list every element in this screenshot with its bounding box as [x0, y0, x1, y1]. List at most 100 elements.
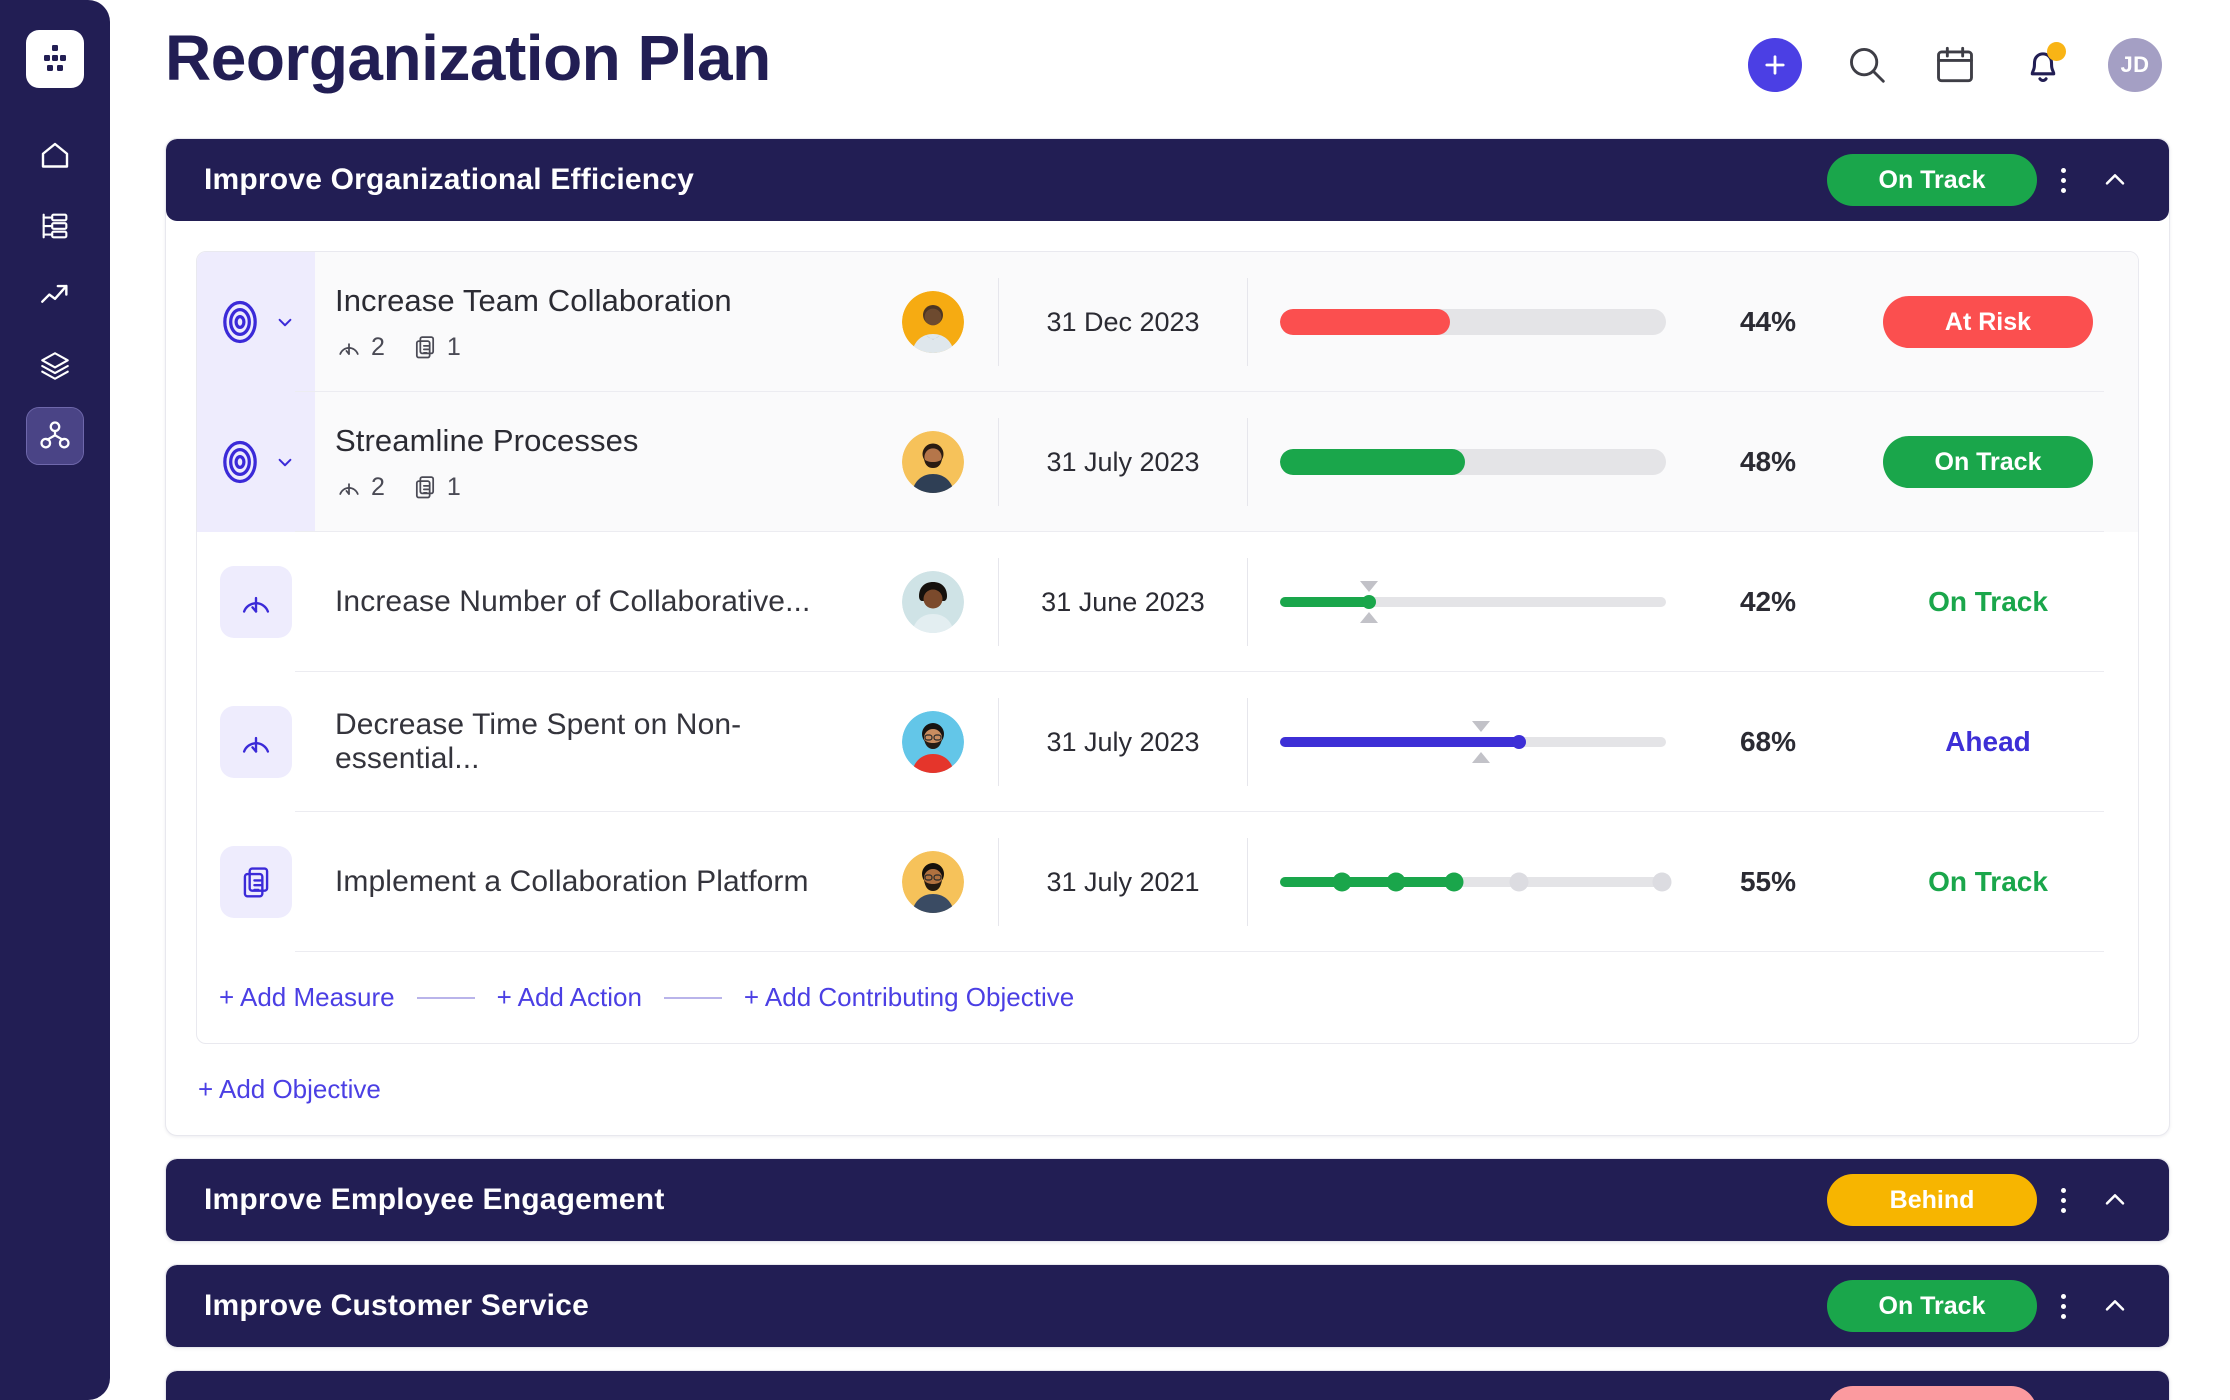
sidebar-item-layers[interactable]	[27, 338, 83, 394]
row-progress-cell[interactable]	[1248, 672, 1698, 812]
status-badge[interactable]: Behind	[1827, 1174, 2037, 1226]
row-type-icon-cell[interactable]	[197, 252, 315, 392]
home-icon	[41, 142, 69, 168]
action-doc-icon	[415, 336, 434, 359]
measure-gauge-icon	[242, 596, 270, 613]
actions-count: 1	[411, 333, 461, 362]
chevron-down-icon[interactable]	[272, 449, 298, 475]
calendar-icon	[1937, 46, 1973, 83]
row-progress-cell[interactable]	[1248, 812, 1698, 952]
milestone-dot[interactable]	[1509, 872, 1529, 892]
app-logo[interactable]	[26, 30, 84, 88]
notification-dot	[2047, 42, 2066, 61]
status-badge[interactable]: At Risk	[1827, 1386, 2037, 1400]
objective-header[interactable]: At Risk	[166, 1371, 2169, 1400]
add-measure-link[interactable]: + Add Measure	[219, 982, 395, 1013]
table-row[interactable]: Increase Number of Collaborative... 31 J…	[197, 532, 2138, 672]
progress-slider[interactable]	[1280, 581, 1666, 623]
add-contributing-objective-link[interactable]: + Add Contributing Objective	[744, 982, 1074, 1013]
row-owner-cell[interactable]	[868, 252, 998, 392]
sidebar-item-plans[interactable]	[27, 198, 83, 254]
objective-card: Improve Customer Service On Track	[165, 1264, 2170, 1348]
table-row[interactable]: Decrease Time Spent on Non-essential...	[197, 672, 2138, 812]
row-progress-value: 44%	[1739, 306, 1797, 337]
chevron-down-icon[interactable]	[272, 309, 298, 335]
row-progress-cell[interactable]	[1248, 532, 1698, 672]
collapse-toggle[interactable]	[2089, 164, 2141, 196]
add-action-link[interactable]: + Add Action	[497, 982, 642, 1013]
row-status-cell: On Track	[1838, 812, 2138, 952]
user-avatar[interactable]: JD	[2108, 38, 2162, 92]
row-owner-cell[interactable]	[868, 812, 998, 952]
objective-card: Improve Organizational Efficiency On Tra…	[165, 138, 2170, 1136]
add-links-row: + Add Measure + Add Action + Add Contrib…	[197, 952, 2138, 1043]
measure-gauge-icon	[339, 483, 359, 495]
objective-menu-button[interactable]	[2037, 167, 2089, 193]
objective-menu-button[interactable]	[2037, 1293, 2089, 1319]
milestone-dot[interactable]	[1386, 872, 1406, 892]
row-status-badge[interactable]: At Risk	[1883, 296, 2093, 348]
objective-card: At Risk	[165, 1370, 2170, 1400]
measures-count: 2	[335, 473, 385, 502]
row-owner-cell[interactable]	[868, 532, 998, 672]
page-title: Reorganization Plan	[165, 22, 771, 94]
table-row[interactable]: Implement a Collaboration Platform 31 Ju…	[197, 812, 2138, 952]
row-title-cell: Decrease Time Spent on Non-essential...	[315, 672, 868, 812]
row-status-cell: Ahead	[1838, 672, 2138, 812]
row-title: Streamline Processes	[335, 422, 639, 458]
row-progress-cell[interactable]	[1248, 252, 1698, 392]
row-type-icon-cell	[197, 812, 315, 952]
search-button[interactable]	[1844, 42, 1890, 88]
objective-header[interactable]: Improve Customer Service On Track	[166, 1265, 2169, 1347]
org-chart-logo-icon	[44, 45, 66, 71]
milestone-fill	[1280, 877, 1454, 887]
add-objective-row: + Add Objective	[166, 1044, 2169, 1135]
objective-menu-button[interactable]	[2037, 1187, 2089, 1213]
row-title: Increase Team Collaboration	[335, 282, 732, 318]
search-icon	[1850, 48, 1885, 83]
calendar-button[interactable]	[1932, 42, 1978, 88]
progress-slider[interactable]	[1280, 721, 1666, 763]
slider-knob[interactable]	[1512, 735, 1527, 749]
sidebar-item-analytics[interactable]	[27, 268, 83, 324]
collapse-toggle[interactable]	[2089, 1184, 2141, 1216]
table-row[interactable]: Streamline Processes 2 1 31 July 2023 48…	[197, 392, 2138, 532]
action-icon-tile	[220, 846, 292, 918]
slider-fill	[1280, 737, 1520, 747]
target-icon	[223, 300, 257, 344]
slider-knob[interactable]	[1361, 595, 1376, 609]
target-marker-top-icon	[1359, 581, 1378, 592]
row-title-cell: Streamline Processes 2 1	[315, 392, 868, 532]
status-badge[interactable]: On Track	[1827, 154, 2037, 206]
row-meta: 2 1	[335, 333, 868, 362]
status-badge[interactable]: On Track	[1827, 1280, 2037, 1332]
row-progress-cell[interactable]	[1248, 392, 1698, 532]
milestone-progress-bar[interactable]	[1280, 869, 1672, 895]
row-title-cell: Increase Team Collaboration 2 1	[315, 252, 868, 392]
milestone-dot[interactable]	[1444, 872, 1464, 892]
row-progress-value: 42%	[1739, 586, 1797, 617]
table-row[interactable]: Increase Team Collaboration 2 1 31 Dec 2…	[197, 252, 2138, 392]
milestone-dot[interactable]	[1332, 872, 1352, 892]
row-owner-cell[interactable]	[868, 392, 998, 532]
notifications-button[interactable]	[2020, 42, 2066, 88]
row-type-icon-cell	[197, 672, 315, 812]
objective-header[interactable]: Improve Employee Engagement Behind	[166, 1159, 2169, 1241]
row-progress-value: 68%	[1739, 726, 1797, 757]
measures-count: 2	[335, 333, 385, 362]
row-status-badge[interactable]: On Track	[1883, 436, 2093, 488]
collapse-toggle[interactable]	[2089, 1396, 2141, 1400]
collapse-toggle[interactable]	[2089, 1290, 2141, 1322]
row-status-text: On Track	[1928, 866, 2048, 897]
sidebar-item-objectives[interactable]	[26, 407, 84, 465]
sidebar-item-home[interactable]	[27, 128, 83, 184]
row-owner-cell[interactable]	[868, 672, 998, 812]
row-type-icon-cell[interactable]	[197, 392, 315, 532]
avatar	[902, 851, 964, 913]
add-button[interactable]	[1748, 38, 1802, 92]
target-marker-bottom-icon	[1359, 612, 1378, 623]
objective-header[interactable]: Improve Organizational Efficiency On Tra…	[166, 139, 2169, 221]
milestone-dot[interactable]	[1652, 872, 1672, 892]
add-objective-link[interactable]: + Add Objective	[198, 1074, 381, 1104]
avatar	[902, 711, 964, 773]
